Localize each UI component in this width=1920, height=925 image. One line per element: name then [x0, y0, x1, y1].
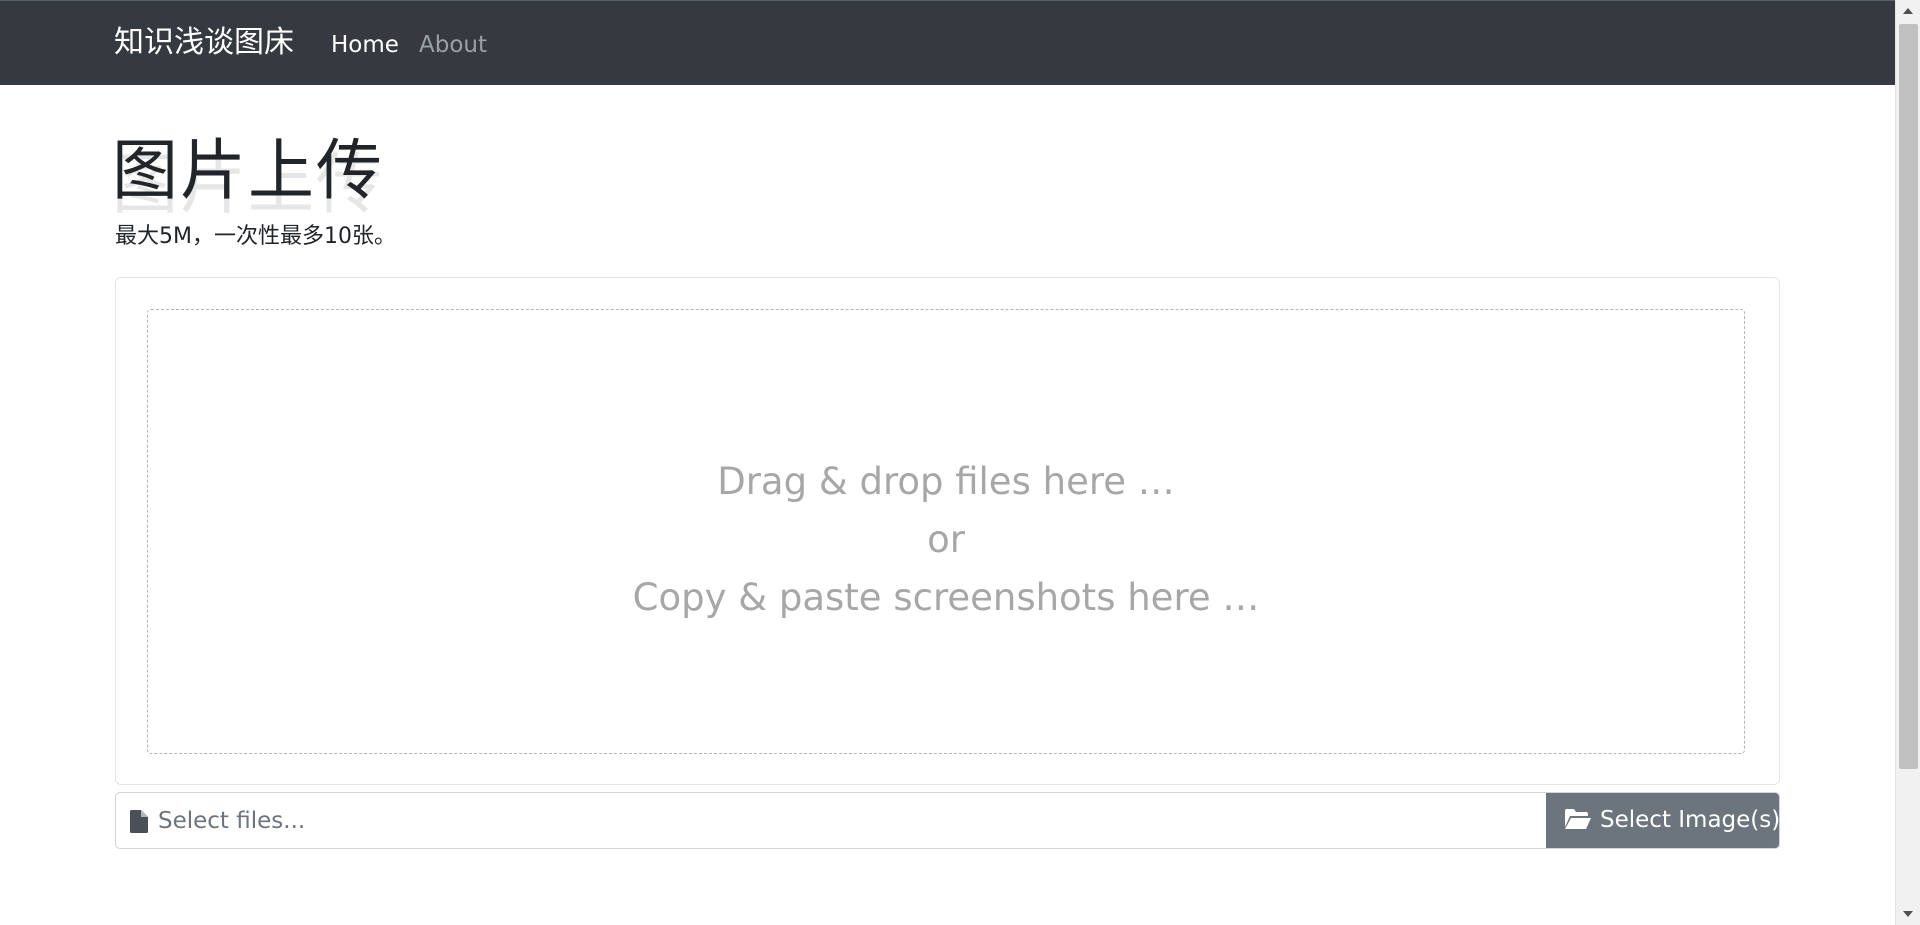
file-input-group: Select files... Select Image(s) — [115, 792, 1780, 849]
upload-limit-text: 最大5M，一次性最多10张。 — [115, 224, 396, 249]
page: 知识浅谈图床 Home About 图片上传 图片上传 最大5M，一次性最多10… — [0, 0, 1920, 925]
select-images-button[interactable]: Select Image(s) — [1546, 793, 1779, 848]
vertical-scrollbar[interactable] — [1895, 0, 1920, 925]
drop-zone-line-paste: Copy & paste screenshots here … — [632, 576, 1260, 619]
nav-home-link[interactable]: Home — [331, 31, 399, 59]
drop-zone[interactable]: Drag & drop files here … or Copy & paste… — [147, 309, 1745, 754]
scroll-up-arrow-icon[interactable] — [1896, 0, 1920, 22]
drop-zone-line-or: or — [927, 518, 965, 561]
page-title: 图片上传 — [112, 132, 384, 209]
select-images-label: Select Image(s) — [1600, 807, 1780, 833]
file-input-placeholder: Select files... — [158, 808, 306, 834]
nav-about-link[interactable]: About — [419, 31, 487, 59]
file-caption-field[interactable]: Select files... — [116, 793, 1548, 848]
drop-zone-line-drag: Drag & drop files here … — [717, 460, 1175, 503]
folder-open-icon — [1565, 808, 1591, 829]
file-icon — [130, 810, 148, 833]
top-navbar: 知识浅谈图床 Home About — [0, 0, 1895, 85]
page-title-wrap: 图片上传 图片上传 — [112, 132, 384, 222]
scrollbar-thumb[interactable] — [1899, 24, 1918, 769]
drop-zone-text: Drag & drop files here … or Copy & paste… — [148, 453, 1744, 627]
brand-link[interactable]: 知识浅谈图床 — [114, 25, 294, 61]
upload-panel: Drag & drop files here … or Copy & paste… — [115, 277, 1780, 785]
scroll-down-arrow-icon[interactable] — [1896, 903, 1920, 925]
